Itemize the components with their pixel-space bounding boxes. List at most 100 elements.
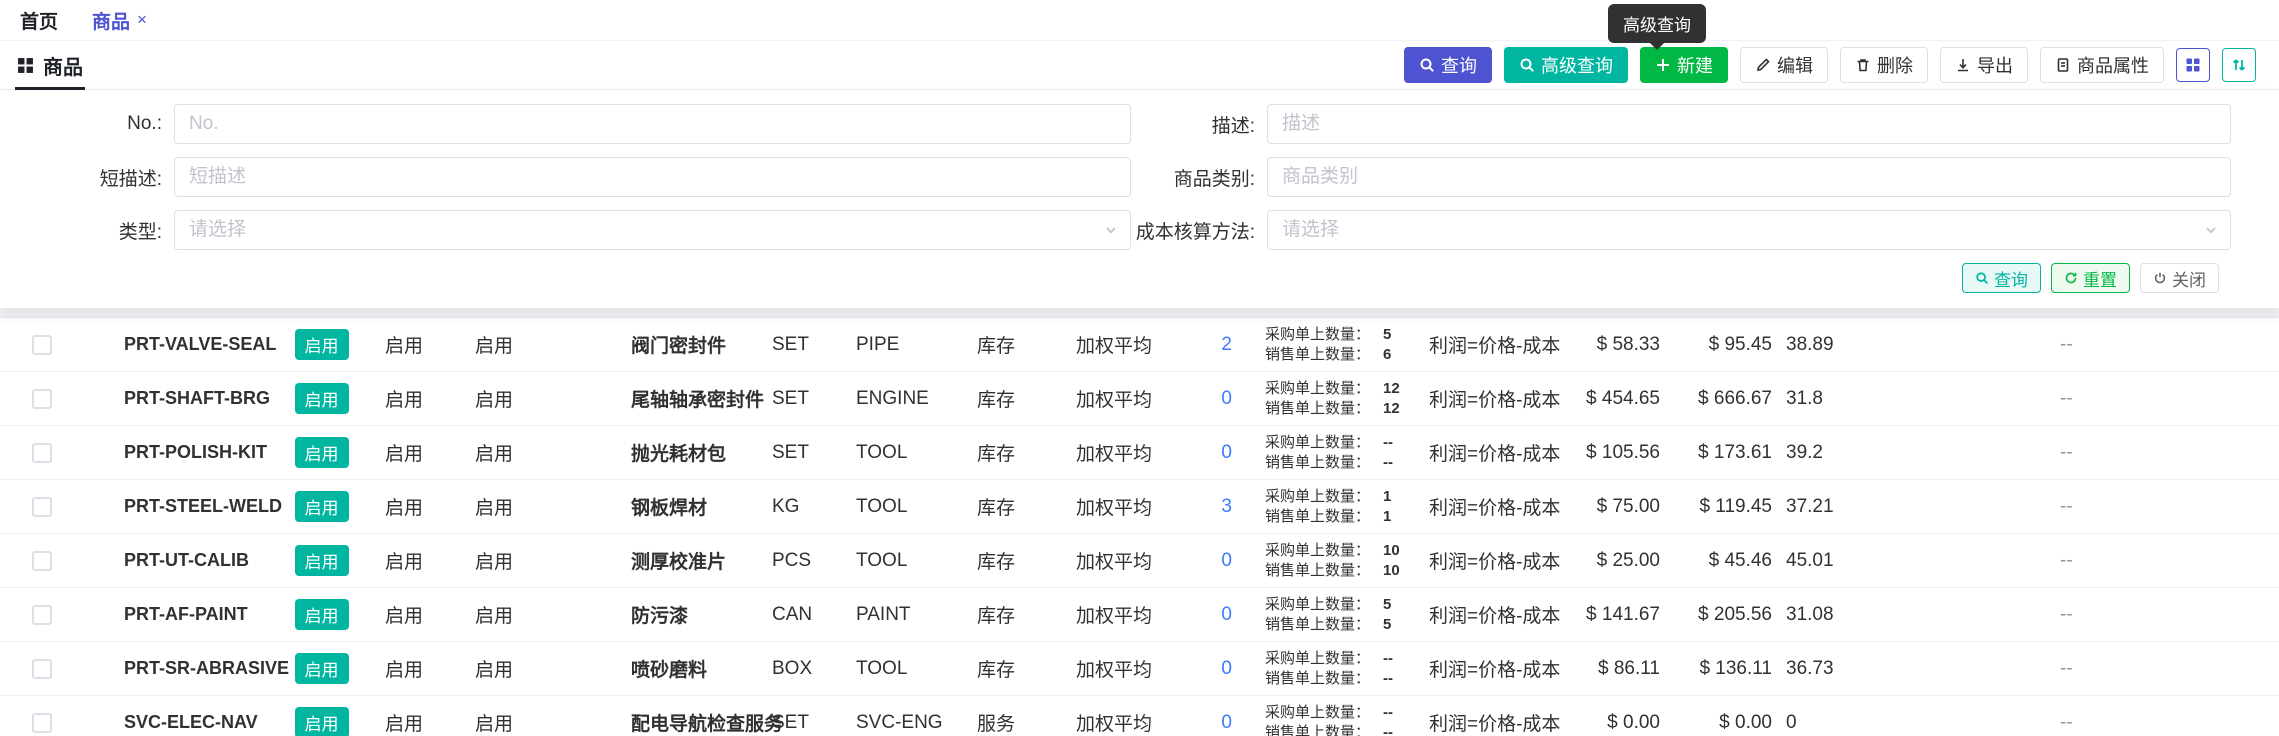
uom: SET [765,388,830,410]
cost-price: $ 0.00 [1560,712,1668,734]
list-price: $ 666.67 [1668,388,1780,410]
export-button[interactable]: 导出 [1940,47,2028,83]
advanced-search-panel: No.: 描述: 短描述: 商品类别: 类型: 成本核算方法: [0,90,2279,308]
delete-button[interactable]: 删除 [1840,47,1928,83]
product-attrs-button[interactable]: 商品属性 [2040,47,2164,83]
list-price: $ 119.45 [1668,496,1780,518]
stock-qty-link[interactable]: 0 [1180,658,1240,680]
stock-qty-link[interactable]: 0 [1180,712,1240,734]
category-input[interactable] [1267,157,2231,197]
uom: CAN [765,604,830,626]
row-checkbox[interactable] [32,659,52,679]
extra-value: -- [1860,550,2279,572]
uom: PCS [765,550,830,572]
stock-qty-link[interactable]: 2 [1180,334,1240,356]
enabled-flag-2: 启用 [360,601,450,628]
product-no: PRT-STEEL-WELD [84,496,283,517]
table-row[interactable]: PRT-STEEL-WELD 启用 启用 启用 钢板焊材 KG TOOL 库存 … [0,480,2279,534]
enabled-flag-2: 启用 [360,385,450,412]
status-badge: 启用 [295,491,349,522]
panel-reset-button[interactable]: 重置 [2051,263,2130,293]
product-name: 尾轴轴承密封件 [560,385,765,412]
margin-value: 37.21 [1780,496,1860,518]
up-down-arrows-icon [2231,57,2247,73]
product-no: PRT-UT-CALIB [84,550,283,571]
stock-qty-link[interactable]: 0 [1180,388,1240,410]
po-qty-value: -- [1383,649,1393,669]
profit-rule: 利润=价格-成本 [1420,709,1560,736]
uom: SET [765,712,830,734]
status-badge: 启用 [295,707,349,736]
pencil-icon [1755,57,1771,73]
panel-close-button[interactable]: 关闭 [2140,263,2219,293]
power-icon [2153,271,2167,285]
table-row[interactable]: PRT-VALVE-SEAL 启用 启用 启用 阀门密封件 SET PIPE 库… [0,318,2279,372]
query-button[interactable]: 查询 [1404,47,1492,83]
stock-type: 库存 [960,493,1040,520]
profit-rule: 利润=价格-成本 [1420,385,1560,412]
sort-toggle-button[interactable] [2222,48,2256,82]
enabled-flag-3: 启用 [450,709,560,736]
po-qty-label: 采购单上数量： [1265,649,1383,669]
row-checkbox[interactable] [32,497,52,517]
table-row[interactable]: PRT-AF-PAINT 启用 启用 启用 防污漆 CAN PAINT 库存 加… [0,588,2279,642]
category: SVC-ENG [830,712,960,734]
tab-home[interactable]: 首页 [20,7,58,34]
stock-qty-link[interactable]: 0 [1180,550,1240,572]
enabled-flag-2: 启用 [360,331,450,358]
list-price: $ 95.45 [1668,334,1780,356]
type-select[interactable] [174,210,1131,250]
stock-qty-link[interactable]: 3 [1180,496,1240,518]
row-checkbox[interactable] [32,389,52,409]
table-row[interactable]: PRT-UT-CALIB 启用 启用 启用 测厚校准片 PCS TOOL 库存 … [0,534,2279,588]
cost-price: $ 141.67 [1560,604,1668,626]
stock-qty-link[interactable]: 0 [1180,604,1240,626]
category: PIPE [830,334,960,356]
category: TOOL [830,442,960,464]
short-description-input[interactable] [174,157,1131,197]
uom: BOX [765,658,830,680]
enabled-flag-3: 启用 [450,601,560,628]
search-icon [1519,57,1535,73]
stock-type: 库存 [960,547,1040,574]
enabled-flag-3: 启用 [450,493,560,520]
row-checkbox[interactable] [32,605,52,625]
type-label: 类型: [0,217,174,244]
tab-close-icon[interactable]: × [137,10,147,30]
so-qty-label: 销售单上数量： [1265,453,1383,473]
stock-type: 库存 [960,601,1040,628]
enabled-flag-2: 启用 [360,493,450,520]
open-tabs-bar: 首页 商品 × [0,0,2279,41]
status-badge: 启用 [295,437,349,468]
edit-button[interactable]: 编辑 [1740,47,1828,83]
table-row[interactable]: PRT-SR-ABRASIVE 启用 启用 启用 喷砂磨料 BOX TOOL 库… [0,642,2279,696]
table-row[interactable]: SVC-ELEC-NAV 启用 启用 启用 配电导航检查服务 SET SVC-E… [0,696,2279,736]
panel-query-button[interactable]: 查询 [1962,263,2041,293]
stock-type: 服务 [960,709,1040,736]
product-no: PRT-POLISH-KIT [84,442,283,463]
po-qty-label: 采购单上数量： [1265,703,1383,723]
costing-method-select[interactable] [1267,210,2231,250]
advanced-query-button[interactable]: 高级查询 [1504,47,1628,83]
table-row[interactable]: PRT-SHAFT-BRG 启用 启用 启用 尾轴轴承密封件 SET ENGIN… [0,372,2279,426]
description-input[interactable] [1267,104,2231,144]
table-row[interactable]: PRT-POLISH-KIT 启用 启用 启用 抛光耗材包 SET TOOL 库… [0,426,2279,480]
stock-qty-link[interactable]: 0 [1180,442,1240,464]
product-name: 阀门密封件 [560,331,765,358]
no-input[interactable] [174,104,1131,144]
order-quantities: 采购单上数量：-- 销售单上数量：-- [1240,703,1420,736]
row-checkbox[interactable] [32,713,52,733]
product-no: PRT-VALVE-SEAL [84,334,283,355]
row-checkbox[interactable] [32,335,52,355]
row-checkbox[interactable] [32,551,52,571]
po-qty-label: 采购单上数量： [1265,379,1383,399]
grid-view-toggle-button[interactable] [2176,48,2210,82]
po-qty-value: -- [1383,433,1393,453]
row-checkbox[interactable] [32,443,52,463]
extra-value: -- [1860,334,2279,356]
costing-method: 加权平均 [1040,709,1180,736]
costing-method: 加权平均 [1040,385,1180,412]
costing-method-label: 成本核算方法: [1131,217,1267,244]
product-name: 防污漆 [560,601,765,628]
tab-product[interactable]: 商品 × [92,7,147,34]
